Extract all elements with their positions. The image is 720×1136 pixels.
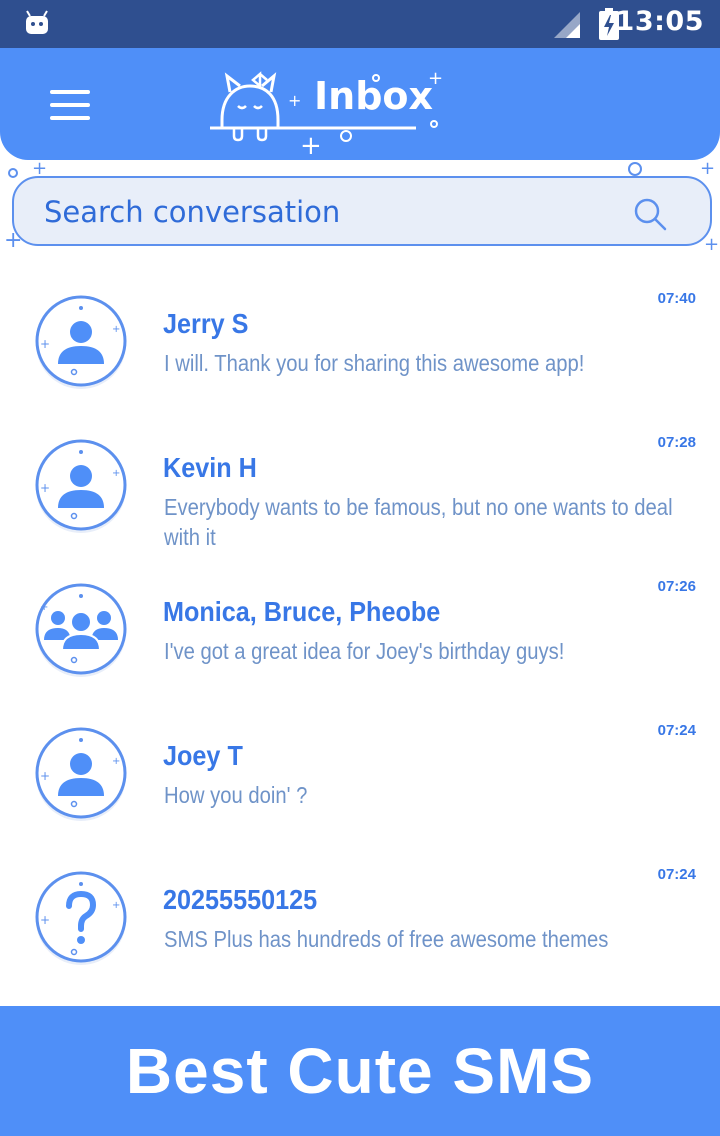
message-time: 07:26 <box>657 578 696 595</box>
status-time: 13:05 <box>615 6 704 37</box>
message-preview: Everybody wants to be famous, but no one… <box>164 494 673 550</box>
message-time: 07:28 <box>657 434 696 451</box>
message-preview: SMS Plus has hundreds of free awesome th… <box>164 926 609 952</box>
message-time: 07:24 <box>657 866 696 883</box>
hamburger-menu-icon[interactable] <box>50 90 90 120</box>
conversation-item[interactable]: + + Kevin H Everybody wants to be famous… <box>0 414 720 558</box>
message-preview: I've got a great idea for Joey's birthda… <box>164 638 565 664</box>
message-time: 07:40 <box>657 290 696 307</box>
search-bar <box>12 176 712 246</box>
conversation-item[interactable]: + + Joey T How you doin' ? 07:24 <box>0 702 720 846</box>
person-avatar-icon: + + <box>35 727 127 821</box>
svg-text:+: + <box>40 337 50 351</box>
android-notification-icon <box>26 10 48 34</box>
message-preview: How you doin' ? <box>164 782 308 808</box>
svg-text:+: + <box>40 481 50 495</box>
contact-name: Jerry S <box>163 308 249 339</box>
svg-text:+: + <box>40 769 50 783</box>
svg-text:+: + <box>112 324 120 335</box>
svg-text:+: + <box>112 900 120 911</box>
message-preview: I will. Thank you for sharing this aweso… <box>164 350 585 376</box>
promo-banner: Best Cute SMS <box>0 1006 720 1136</box>
svg-text:+: + <box>300 131 322 158</box>
person-avatar-icon: + + <box>35 439 127 533</box>
svg-text:+: + <box>112 468 120 479</box>
conversation-list: + + Jerry S I will. Thank you for sharin… <box>0 270 720 990</box>
conversation-item[interactable]: + + 20255550125 SMS Plus has hundreds of… <box>0 846 720 990</box>
contact-name: Kevin H <box>163 452 257 483</box>
app-header: + + + Inbox <box>0 48 720 160</box>
bubble-icon <box>628 162 642 176</box>
group-avatar-icon: + <box>35 583 127 677</box>
signal-icon <box>554 12 580 38</box>
svg-text:+: + <box>40 602 48 613</box>
svg-text:+: + <box>288 91 301 110</box>
person-avatar-icon: + + <box>35 295 127 389</box>
search-input[interactable] <box>42 178 606 246</box>
contact-name: Monica, Bruce, Pheobe <box>163 596 441 627</box>
bubble-icon <box>8 168 18 178</box>
sparkle-icon: + <box>700 158 716 179</box>
conversation-item[interactable]: + Monica, Bruce, Pheobe I've got a great… <box>0 558 720 702</box>
contact-name: Joey T <box>163 740 243 771</box>
message-time: 07:24 <box>657 722 696 739</box>
conversation-item[interactable]: + + Jerry S I will. Thank you for sharin… <box>0 270 720 414</box>
sparkle-icon: + <box>704 234 720 255</box>
status-bar: 13:05 <box>0 0 720 48</box>
svg-text:+: + <box>112 756 120 767</box>
search-icon[interactable] <box>632 196 668 232</box>
svg-text:+: + <box>40 913 50 927</box>
contact-name: 20255550125 <box>163 884 318 915</box>
page-title: Inbox <box>314 74 434 118</box>
unknown-contact-avatar-icon: + + <box>35 871 127 965</box>
